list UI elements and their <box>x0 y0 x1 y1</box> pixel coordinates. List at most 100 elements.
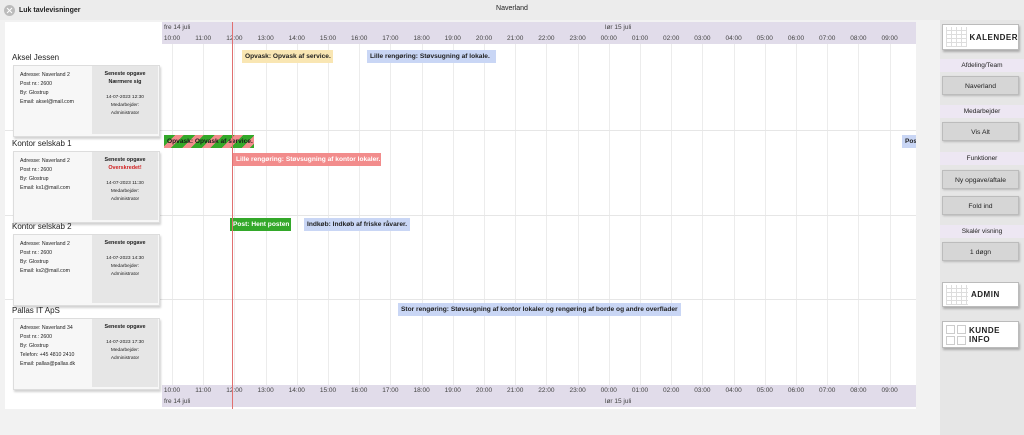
task-bar[interactable]: Lille rengøring: Støvsugning af lokale. <box>367 50 496 63</box>
customer-name: Aksel Jessen <box>12 53 60 62</box>
info-line: Post nr.: 2600 <box>20 334 53 340</box>
customer-name: Kontor selskab 1 <box>12 139 72 148</box>
hour-label: 02:00 <box>663 35 680 42</box>
hour-label: 09:00 <box>881 387 898 394</box>
hour-label: 17:00 <box>382 387 399 394</box>
scale-heading: Skalér visning <box>940 225 1024 238</box>
hour-label: 07:00 <box>819 387 836 394</box>
calendar-button[interactable]: KALENDER <box>942 24 1019 50</box>
latest-task-panel: Seneste opgave 14-07-2023 17:30 Medarbej… <box>92 319 158 387</box>
task-bar[interactable]: Indkøb: Indkøb af friske råvarer. <box>304 218 410 231</box>
hour-label: 22:00 <box>538 35 555 42</box>
task-bar[interactable]: Post <box>902 135 916 148</box>
calendar-icon <box>946 27 967 47</box>
hour-label: 12:00 <box>226 35 243 42</box>
close-icon <box>4 4 15 16</box>
timeline-header: fre 14 juli lør 15 juli 10:00 11:00 12:00 1… <box>162 22 916 44</box>
hour-label: 13:00 <box>257 35 274 42</box>
employee-select[interactable]: Vis Alt <box>942 122 1019 141</box>
timeline-footer: fre 14 juli lør 15 juli 10:00 11:00 12:00 1… <box>162 385 916 407</box>
admin-button[interactable]: ADMIN <box>942 282 1019 307</box>
hour-label: 17:00 <box>382 35 399 42</box>
close-board-button[interactable]: Luk tavlevisninger <box>4 3 80 17</box>
hour-label: 19:00 <box>444 35 461 42</box>
day-label: fre 14 juli <box>164 24 191 31</box>
department-heading: Afdeling/Team <box>940 59 1024 72</box>
customer-card[interactable]: Pallas IT ApS Adresse: Naverland 34 Post… <box>11 306 160 390</box>
latest-task-panel: Seneste opgave 14-07-2023 14:30 Medarbej… <box>92 235 158 303</box>
hour-label: 15:00 <box>319 387 337 394</box>
hour-label: 05:00 <box>756 387 773 394</box>
latest-task-by-label: Medarbejder: <box>110 189 140 194</box>
hour-label: 15:00 <box>319 35 337 42</box>
scale-select[interactable]: 1 døgn <box>942 242 1019 261</box>
hour-label: 08:00 <box>850 35 867 42</box>
info-line: Adresse: Naverland 34 <box>20 325 73 331</box>
customer-info-button[interactable]: KUNDE INFO <box>942 321 1019 348</box>
hour-label: 10:00 <box>163 387 181 394</box>
top-bar: Luk tavlevisninger Naverland <box>0 0 1024 20</box>
latest-task-status: Overskredet! <box>108 165 142 171</box>
collapse-button[interactable]: Fold ind <box>942 196 1019 215</box>
page-title: Naverland <box>496 5 528 12</box>
department-select[interactable]: Naverland <box>942 76 1019 95</box>
info-line: Adresse: Naverland 2 <box>20 158 70 164</box>
new-task-button[interactable]: Ny opgave/aftale <box>942 170 1019 189</box>
customer-details: Adresse: Naverland 2 Post nr.: 2600 By: … <box>13 65 160 137</box>
admin-icon <box>946 284 968 305</box>
hour-label: 01:00 <box>631 387 649 394</box>
hour-label: 02:00 <box>663 387 680 394</box>
hour-label: 09:00 <box>881 35 898 42</box>
customer-details: Adresse: Naverland 2 Post nr.: 2600 By: … <box>13 151 160 223</box>
latest-task-date: 14-07-2023 17:30 <box>106 340 144 345</box>
customer-card[interactable]: Kontor selskab 2 Adresse: Naverland 2 Po… <box>11 222 160 306</box>
latest-task-date: 14-07-2023 11:30 <box>106 181 144 186</box>
customer-info: Adresse: Naverland 2 Post nr.: 2600 By: … <box>20 71 74 107</box>
info-line: Email: ks2@mail.com <box>20 268 70 274</box>
task-bar[interactable]: Post: Hent posten <box>230 218 291 231</box>
task-bar[interactable]: Opvask: Opvask af service. <box>164 135 254 148</box>
hour-label: 00:00 <box>600 387 617 394</box>
hour-label: 14:00 <box>288 35 305 42</box>
admin-label: ADMIN <box>971 290 1000 299</box>
info-line: Post nr.: 2600 <box>20 81 53 87</box>
latest-task-by: Administrator <box>110 197 140 202</box>
latest-task-panel: Seneste opgave Overskredet! 14-07-2023 1… <box>92 152 158 220</box>
customer-info-icon <box>946 324 966 345</box>
customer-name: Kontor selskab 2 <box>12 222 72 231</box>
customer-info: Adresse: Naverland 2 Post nr.: 2600 By: … <box>20 157 70 193</box>
hour-label: 19:00 <box>444 387 461 394</box>
customer-card[interactable]: Kontor selskab 1 Adresse: Naverland 2 Po… <box>11 139 160 223</box>
hour-label: 20:00 <box>475 35 493 42</box>
info-line: Post nr.: 2600 <box>20 250 53 256</box>
customer-card[interactable]: Aksel Jessen Adresse: Naverland 2 Post n… <box>11 53 160 137</box>
latest-task-title: Seneste opgave <box>104 157 146 163</box>
hour-label: 21:00 <box>507 35 524 42</box>
latest-task-status: Nærmere sig <box>108 79 142 85</box>
current-time-line <box>232 22 233 409</box>
hour-label: 13:00 <box>257 387 274 394</box>
info-line: Email: aksel@mail.com <box>20 99 74 105</box>
day-label: fre 14 juli <box>164 398 191 405</box>
latest-task-by-label: Medarbejder: <box>110 348 140 353</box>
customer-details: Adresse: Naverland 34 Post nr.: 2600 By:… <box>13 318 160 390</box>
info-line: Telefon: +45 4810 2410 <box>20 352 75 358</box>
info-line: Email: pallas@pallas.dk <box>20 361 76 367</box>
day-label: lør 15 juli <box>605 24 632 31</box>
task-bar[interactable]: Stor rengøring: Støvsugning af kontor lo… <box>398 303 681 316</box>
calendar-label: KALENDER <box>969 32 1018 42</box>
task-bar[interactable]: Opvask: Opvask af service. <box>242 50 333 63</box>
hour-label: 20:00 <box>475 387 493 394</box>
latest-task-by: Administrator <box>110 272 140 277</box>
hour-label: 16:00 <box>351 35 368 42</box>
hour-label: 11:00 <box>195 387 212 394</box>
info-line: Email: ks1@mail.com <box>20 185 70 191</box>
latest-task-title: Seneste opgave <box>104 240 146 246</box>
task-bar[interactable]: Lille rengøring: Støvsugning af kontor l… <box>233 153 381 166</box>
hour-label: 16:00 <box>351 387 368 394</box>
info-line: By: Glostrup <box>20 90 49 96</box>
customer-info: Adresse: Naverland 34 Post nr.: 2600 By:… <box>20 324 75 369</box>
hour-label: 05:00 <box>756 35 773 42</box>
hour-label: 04:00 <box>725 387 742 394</box>
employee-heading: Medarbejder <box>940 105 1024 118</box>
